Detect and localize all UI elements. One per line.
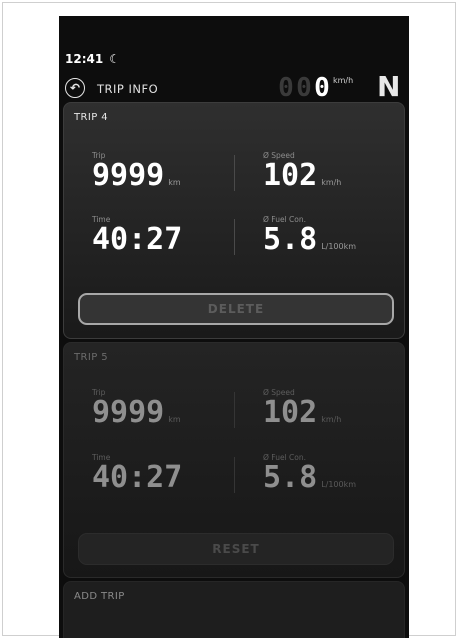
stat-value: 40:27 xyxy=(92,222,183,257)
status-bar: 12:41 ☾ xyxy=(65,52,120,66)
header: ↶ TRIP INFO 0 0 0 km/h N xyxy=(65,72,405,104)
stat-value: 9999 xyxy=(92,395,165,430)
reset-trip-button[interactable]: RESET xyxy=(78,533,394,565)
add-trip-label: ADD TRIP xyxy=(74,591,125,602)
speed-digit-tens: 0 xyxy=(296,73,312,103)
avg-fuel-stat: Ø Fuel Con. 5.8 L/100km xyxy=(263,453,356,493)
stat-value: 5.8 xyxy=(263,222,318,257)
page-title: TRIP INFO xyxy=(97,82,159,96)
speedometer: 0 0 0 km/h xyxy=(277,74,353,104)
stat-unit: km xyxy=(168,178,181,187)
back-button[interactable]: ↶ xyxy=(65,78,85,98)
phone-screen: 12:41 ☾ ↶ TRIP INFO 0 0 0 km/h N TRIP 4 T… xyxy=(59,16,409,638)
trip-distance-stat: Trip 9999 km xyxy=(92,151,181,191)
stat-unit: km/h xyxy=(321,178,342,187)
stat-value: 5.8 xyxy=(263,460,318,495)
avg-fuel-stat: Ø Fuel Con. 5.8 L/100km xyxy=(263,215,356,255)
stat-divider xyxy=(234,457,235,493)
trip-card-5[interactable]: TRIP 5 Trip 9999 km Ø Speed 102 km/h Tim… xyxy=(63,342,405,578)
back-arrow-icon: ↶ xyxy=(69,81,81,95)
avg-speed-stat: Ø Speed 102 km/h xyxy=(263,151,341,191)
stat-value: 9999 xyxy=(92,158,165,193)
stat-unit: km/h xyxy=(321,415,342,424)
stat-value: 40:27 xyxy=(92,460,183,495)
stat-unit: L/100km xyxy=(321,480,357,489)
moon-icon: ☾ xyxy=(109,52,120,66)
delete-trip-button[interactable]: DELETE xyxy=(78,293,394,325)
stat-unit: km xyxy=(168,415,181,424)
stat-unit: L/100km xyxy=(321,242,357,251)
stat-value: 102 xyxy=(263,395,318,430)
trip-card-title: TRIP 4 xyxy=(74,112,108,123)
status-time: 12:41 xyxy=(65,52,104,66)
speed-digit-ones: 0 xyxy=(314,73,330,103)
trip-time-stat: Time 40:27 xyxy=(92,453,182,493)
gear-indicator: N xyxy=(377,70,401,103)
add-trip-card[interactable]: ADD TRIP xyxy=(63,581,405,638)
speed-digit-hundreds: 0 xyxy=(278,73,294,103)
stat-value: 102 xyxy=(263,158,318,193)
avg-speed-stat: Ø Speed 102 km/h xyxy=(263,388,341,428)
stat-divider xyxy=(234,392,235,428)
stat-divider xyxy=(234,219,235,255)
trip-time-stat: Time 40:27 xyxy=(92,215,182,255)
trip-card-4[interactable]: TRIP 4 Trip 9999 km Ø Speed 102 km/h Tim… xyxy=(63,102,405,339)
stat-divider xyxy=(234,155,235,191)
trip-card-title: TRIP 5 xyxy=(74,352,108,363)
trip-distance-stat: Trip 9999 km xyxy=(92,388,181,428)
speed-unit: km/h xyxy=(333,76,354,85)
